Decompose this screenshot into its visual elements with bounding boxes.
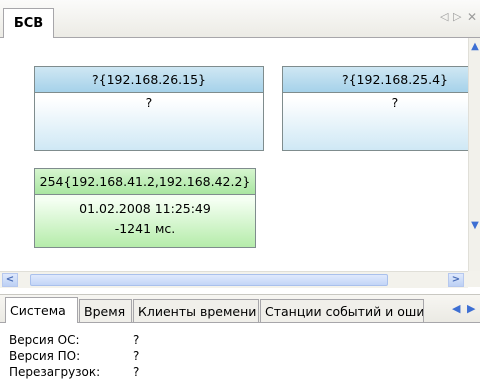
tab-time-clients[interactable]: Клиенты времени [133,299,259,322]
info-label: Версия ОС: [9,333,80,347]
vertical-scrollbar[interactable]: ▲ ▼ [468,38,480,271]
info-row: Перезагрузок:? [9,364,139,380]
node-header: ?{192.168.26.15} [35,67,263,93]
scroll-up-icon[interactable]: ▲ [469,40,480,54]
node-header: 254{192.168.41.2,192.168.42.2} [35,169,255,195]
triangle-left-icon[interactable]: ◁ [440,10,448,23]
node-line: ? [391,95,399,110]
info-row: Версия ОС:? [9,332,139,348]
scroll-down-icon[interactable]: ▼ [469,219,480,233]
triangle-right-icon[interactable]: ▷ [453,10,461,23]
properties-tabs: Система Время Клиенты времени Станции со… [0,295,480,323]
scroll-corner [468,271,480,287]
info-value: ? [133,365,140,379]
document-tabstrip: БСВ ◁ ▷ ✕ [0,0,480,38]
node-line: 01.02.2008 11:25:49 [79,201,211,216]
info-value: ? [133,333,140,347]
info-row: Версия ПО:? [9,348,139,364]
document-tab[interactable]: БСВ [3,8,54,38]
properties-panel: Система Время Клиенты времени Станции со… [0,294,480,388]
node-body: ? [35,93,263,150]
tab-scroll-right-icon[interactable]: ▶ [467,302,475,315]
tab-scroll-left-icon[interactable]: ◀ [452,302,460,315]
node-header: ?{192.168.25.4} [283,67,468,93]
node-body: ? [283,93,468,150]
node-line: ? [145,95,153,110]
horizontal-scrollbar[interactable]: < > [0,271,468,288]
scroll-thumb[interactable] [30,274,388,286]
node-line: -1241 мс. [114,221,176,236]
info-label: Перезагрузок: [9,365,101,379]
node-card[interactable]: ?{192.168.25.4} ? [282,66,468,151]
diagram-canvas: ?{192.168.26.15} ? ?{192.168.25.4} ? 254… [0,38,468,271]
tab-system[interactable]: Система [5,297,78,323]
close-icon[interactable]: ✕ [467,10,477,24]
tab-time[interactable]: Время [79,299,132,322]
info-value: ? [133,349,140,363]
scroll-left-icon[interactable]: < [2,273,18,287]
scroll-right-icon[interactable]: > [448,273,464,287]
node-body: 01.02.2008 11:25:49 -1241 мс. [35,195,255,247]
tab-event-stations[interactable]: Станции событий и ошибок [260,299,424,322]
node-card[interactable]: ?{192.168.26.15} ? [34,66,264,151]
info-label: Версия ПО: [9,349,81,363]
node-card[interactable]: 254{192.168.41.2,192.168.42.2} 01.02.200… [34,168,256,248]
system-info: Версия ОС:? Версия ПО:? Перезагрузок:? [9,332,139,380]
